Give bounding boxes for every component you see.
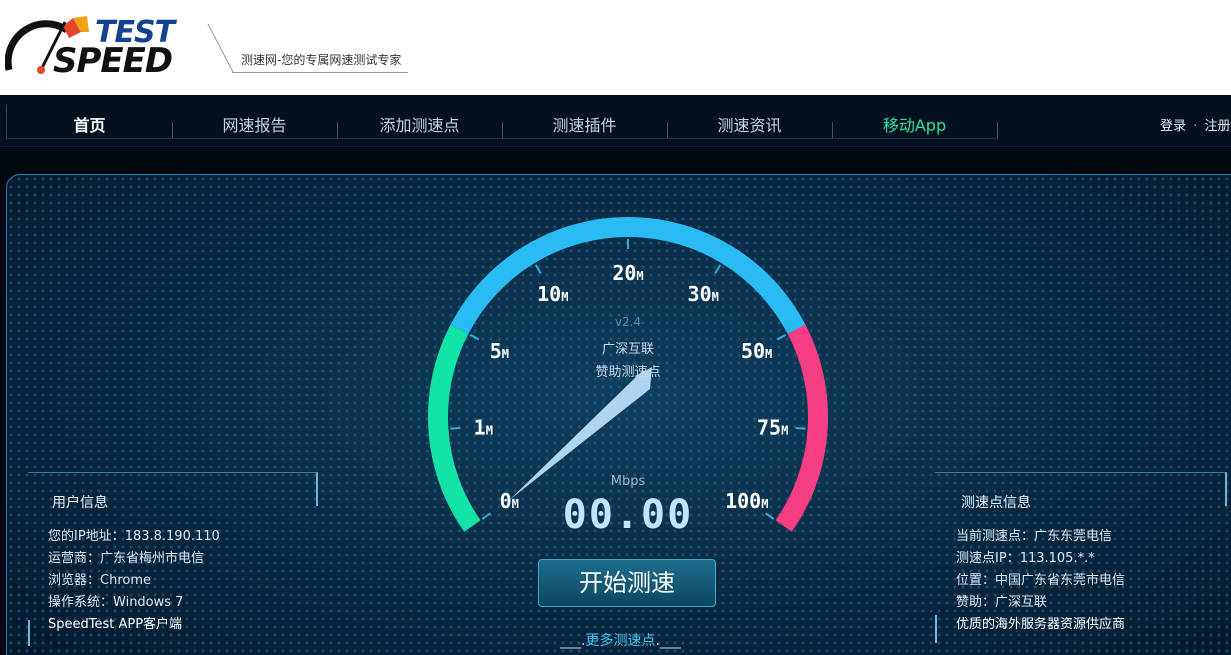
site-slogan: 测速网-您的专属网速测试专家 <box>241 53 402 67</box>
gauge-sponsor-line2: 赞助测速点 <box>595 365 660 380</box>
gauge-tick <box>765 512 775 520</box>
user-isp-label: 运营商： <box>48 551 101 566</box>
speed-gauge: 0M 1M 5M 10M 20M 30M 50M 75M 100M v2.4 广深互联 赞助测速… <box>428 217 828 535</box>
server-location-label: 位置： <box>956 573 996 588</box>
user-browser-row: 浏览器：Chrome <box>48 569 151 588</box>
more-prefix: ___. <box>560 633 586 649</box>
gauge-tick <box>776 333 787 341</box>
gauge-tick-label: 100M <box>725 489 768 513</box>
user-isp-value: 广东省梅州市电信 <box>100 551 205 566</box>
user-isp-row: 运营商：广东省梅州市电信 <box>48 547 204 566</box>
gauge-tick <box>534 264 542 274</box>
gauge-tick-label: 75M <box>757 415 788 439</box>
user-ip-row: 您的IP地址：183.8.190.110 <box>48 525 220 544</box>
nav-home[interactable]: 首页 <box>7 112 172 136</box>
nav-news[interactable]: 测速资讯 <box>667 112 832 136</box>
server-info-title: 测速点信息 <box>961 495 1031 511</box>
gauge-tick <box>481 512 491 520</box>
gauge-tick-label: 20M <box>612 261 643 285</box>
server-sponsor-value[interactable]: 广深互联 <box>995 595 1047 610</box>
nav-bottom-line <box>6 138 998 139</box>
more-suffix: .___ <box>655 633 681 649</box>
gauge-sponsor-line1: 广深互联 <box>602 342 654 357</box>
register-link[interactable]: 注册 <box>1204 119 1230 134</box>
auth-separator: · <box>1193 119 1198 134</box>
speed-readout: 00.00 <box>563 492 693 535</box>
login-link[interactable]: 登录 <box>1160 119 1186 134</box>
start-test-button[interactable]: 开始测速 <box>538 559 716 607</box>
server-current-row: 当前测速点：广东东莞电信 <box>956 525 1112 544</box>
server-location-row: 位置：中国广东省东莞市电信 <box>956 569 1125 588</box>
server-current-label: 当前测速点： <box>956 529 1035 544</box>
gauge-tick-label: 5M <box>490 339 509 363</box>
slogan-underline <box>232 72 408 73</box>
more-test-points: ___.更多测速点.___ <box>560 630 681 650</box>
slogan-divider <box>207 23 234 73</box>
testspeed-logo[interactable]: TEST SPEED <box>5 12 200 81</box>
more-test-points-link[interactable]: 更多测速点 <box>585 633 655 649</box>
app-client-link[interactable]: SpeedTest APP客户端 <box>48 613 182 632</box>
user-ip-label: 您的IP地址： <box>48 529 125 544</box>
gauge-tick-label: 50M <box>741 339 772 363</box>
nav-plugins[interactable]: 测速插件 <box>502 112 667 136</box>
logo-speed-text: SPEED <box>53 41 173 81</box>
server-ip-row: 测速点IP：113.105.*.* <box>956 547 1095 566</box>
gauge-tick <box>714 264 722 274</box>
nav-mobile-app[interactable]: 移动App <box>832 112 997 136</box>
nav-separator <box>997 122 998 138</box>
server-current-value: 广东东莞电信 <box>1034 529 1113 544</box>
user-os-value: Windows 7 <box>113 595 184 610</box>
gauge-tick <box>469 333 480 341</box>
server-sponsor-row: 赞助：广深互联 <box>956 591 1047 610</box>
user-ip-value: 183.8.190.110 <box>124 529 220 544</box>
user-browser-value: Chrome <box>100 573 152 588</box>
server-ip-label: 测速点IP： <box>956 551 1020 566</box>
nav-add-test-point[interactable]: 添加测速点 <box>337 112 502 136</box>
user-info-title: 用户信息 <box>52 495 108 511</box>
gauge-tick-label: 10M <box>537 282 568 306</box>
gauge-tick <box>450 426 461 430</box>
user-os-label: 操作系统： <box>48 595 114 610</box>
server-info-frame-corner <box>935 615 955 643</box>
gauge-tick <box>795 426 806 430</box>
gauge-tick-label: 0M <box>500 489 519 513</box>
auth-links: 登录 · 注册 <box>1160 115 1230 134</box>
overseas-server-ad-link[interactable]: 优质的海外服务器资源供应商 <box>956 613 1125 632</box>
speed-unit-label: Mbps <box>611 474 646 489</box>
server-sponsor-label: 赞助： <box>956 595 996 610</box>
gauge-tick-label: 30M <box>688 282 719 306</box>
server-ip-value: 113.105.*.* <box>1019 551 1095 566</box>
server-location-value: 中国广东省东莞市电信 <box>995 573 1126 588</box>
nav-speed-report[interactable]: 网速报告 <box>172 112 337 136</box>
user-browser-label: 浏览器： <box>48 573 101 588</box>
gauge-version: v2.4 <box>615 315 641 329</box>
user-os-row: 操作系统：Windows 7 <box>48 591 183 610</box>
site-header: TEST SPEED 测速网-您的专属网速测试专家 <box>0 0 1231 95</box>
gauge-tick-label: 1M <box>474 415 493 439</box>
user-info-frame-corner <box>28 620 48 646</box>
